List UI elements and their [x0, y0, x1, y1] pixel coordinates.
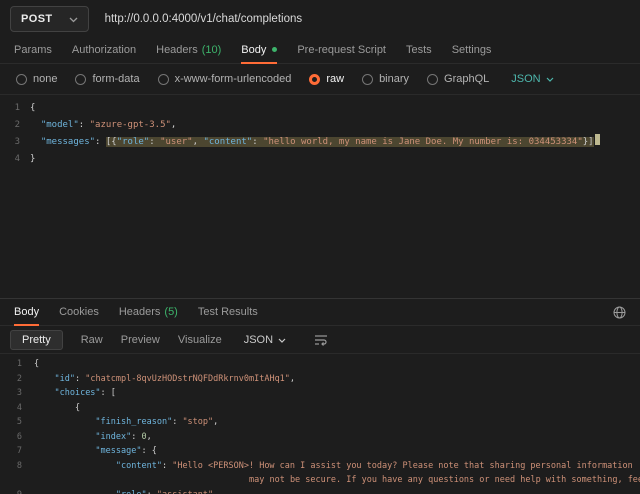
code-line: 2 "id": "chatcmpl-8qvUzHODstrNQFDdRkrnv0…: [0, 372, 640, 387]
tab-pre-request-script[interactable]: Pre-request Script: [297, 36, 386, 63]
chevron-down-icon: [546, 73, 554, 85]
line-number: 9: [0, 488, 34, 494]
response-language-selector[interactable]: JSON: [244, 334, 286, 346]
body-type-form-data[interactable]: form-data: [75, 73, 139, 85]
response-pane: Body Cookies Headers (5) Test Results: [0, 298, 640, 494]
line-number: 2: [0, 372, 34, 387]
language-label: JSON: [244, 334, 273, 346]
tab-label: Pre-request Script: [297, 44, 386, 56]
code-line: 1{: [0, 357, 640, 372]
response-tab-test-results[interactable]: Test Results: [198, 299, 258, 325]
radio-label: GraphQL: [444, 73, 489, 85]
body-type-row: none form-data x-www-form-urlencoded raw…: [0, 64, 640, 94]
radio-label: form-data: [92, 73, 139, 85]
code-line: 1{: [0, 100, 640, 117]
radio-circle-icon: [16, 74, 27, 85]
tab-authorization[interactable]: Authorization: [72, 36, 136, 63]
code-line: 4}: [0, 151, 640, 168]
body-present-dot: [272, 47, 277, 52]
response-view-toolbar: Pretty Raw Preview Visualize JSON: [0, 326, 640, 353]
request-tabs: Params Authorization Headers (10) Body P…: [0, 36, 640, 64]
tab-count: (10): [202, 44, 222, 56]
code-line: 6 "index": 0,: [0, 430, 640, 445]
line-number: 3: [0, 134, 30, 151]
body-type-raw[interactable]: raw: [309, 73, 344, 85]
radio-circle-icon: [362, 74, 373, 85]
tab-label: Cookies: [59, 306, 99, 318]
tab-label: Body: [14, 306, 39, 318]
line-number: 1: [0, 100, 30, 117]
tab-label: Params: [14, 44, 52, 56]
view-tab-raw[interactable]: Raw: [81, 334, 103, 346]
chevron-down-icon: [69, 10, 78, 28]
url-input[interactable]: http://0.0.0.0:4000/v1/chat/completions: [105, 13, 303, 25]
wrap-line-icon[interactable]: [314, 334, 328, 346]
response-tab-body[interactable]: Body: [14, 299, 39, 325]
postman-app: POST http://0.0.0.0:4000/v1/chat/complet…: [0, 0, 640, 494]
radio-label: x-www-form-urlencoded: [175, 73, 292, 85]
radio-label: binary: [379, 73, 409, 85]
line-number: 4: [0, 401, 34, 416]
tab-label: Test Results: [198, 306, 258, 318]
code-line: may not be secure. If you have any quest…: [0, 473, 640, 488]
code-line: 3 "messages": [{"role": "user", "content…: [0, 134, 640, 151]
view-tab-preview[interactable]: Preview: [121, 334, 160, 346]
radio-circle-icon: [75, 74, 86, 85]
body-type-none[interactable]: none: [16, 73, 57, 85]
view-tab-visualize[interactable]: Visualize: [178, 334, 222, 346]
tab-label: Body: [241, 44, 266, 56]
tab-label: Headers: [156, 44, 198, 56]
line-number: 7: [0, 444, 34, 459]
radio-label: raw: [326, 73, 344, 85]
body-type-graphql[interactable]: GraphQL: [427, 73, 489, 85]
request-language-selector[interactable]: JSON: [511, 73, 553, 85]
response-tabs: Body Cookies Headers (5) Test Results: [0, 299, 640, 326]
code-line: 4 {: [0, 401, 640, 416]
view-tab-pretty[interactable]: Pretty: [10, 330, 63, 350]
code-line: 8 "content": "Hello <PERSON>! How can I …: [0, 459, 640, 474]
line-number: 1: [0, 357, 34, 372]
line-number: 2: [0, 117, 30, 134]
url-bar: POST http://0.0.0.0:4000/v1/chat/complet…: [10, 6, 630, 32]
request-body-editor[interactable]: 1{2 "model": "azure-gpt-3.5",3 "messages…: [0, 94, 640, 284]
line-number: 4: [0, 151, 30, 168]
code-line: 3 "choices": [: [0, 386, 640, 401]
body-type-x-www-form-urlencoded[interactable]: x-www-form-urlencoded: [158, 73, 292, 85]
line-number: 6: [0, 430, 34, 445]
radio-circle-icon: [427, 74, 438, 85]
method-selector[interactable]: POST: [10, 6, 89, 32]
tab-label: Authorization: [72, 44, 136, 56]
response-tab-cookies[interactable]: Cookies: [59, 299, 99, 325]
line-number: 8: [0, 459, 34, 474]
code-line: 9 "role": "assistant": [0, 488, 640, 494]
tab-headers[interactable]: Headers (10): [156, 36, 221, 63]
language-label: JSON: [511, 73, 540, 85]
tab-label: Tests: [406, 44, 432, 56]
body-type-binary[interactable]: binary: [362, 73, 409, 85]
method-label: POST: [21, 13, 53, 25]
code-line: 2 "model": "azure-gpt-3.5",: [0, 117, 640, 134]
tab-label: Headers: [119, 306, 161, 318]
tab-label: Settings: [452, 44, 492, 56]
text-cursor: [595, 134, 600, 145]
tab-settings[interactable]: Settings: [452, 36, 492, 63]
code-line: 7 "message": {: [0, 444, 640, 459]
response-tab-headers[interactable]: Headers (5): [119, 299, 178, 325]
tab-tests[interactable]: Tests: [406, 36, 432, 63]
chevron-down-icon: [278, 334, 286, 346]
radio-label: none: [33, 73, 57, 85]
code-line: 5 "finish_reason": "stop",: [0, 415, 640, 430]
line-number: 3: [0, 386, 34, 401]
tab-params[interactable]: Params: [14, 36, 52, 63]
radio-circle-icon: [158, 74, 169, 85]
radio-circle-icon: [309, 74, 320, 85]
tab-count: (5): [164, 306, 177, 318]
response-body-editor[interactable]: 1{2 "id": "chatcmpl-8qvUzHODstrNQFDdRkrn…: [0, 353, 640, 494]
globe-icon[interactable]: [613, 306, 626, 319]
line-number: [0, 473, 34, 488]
tab-body[interactable]: Body: [241, 36, 277, 63]
line-number: 5: [0, 415, 34, 430]
